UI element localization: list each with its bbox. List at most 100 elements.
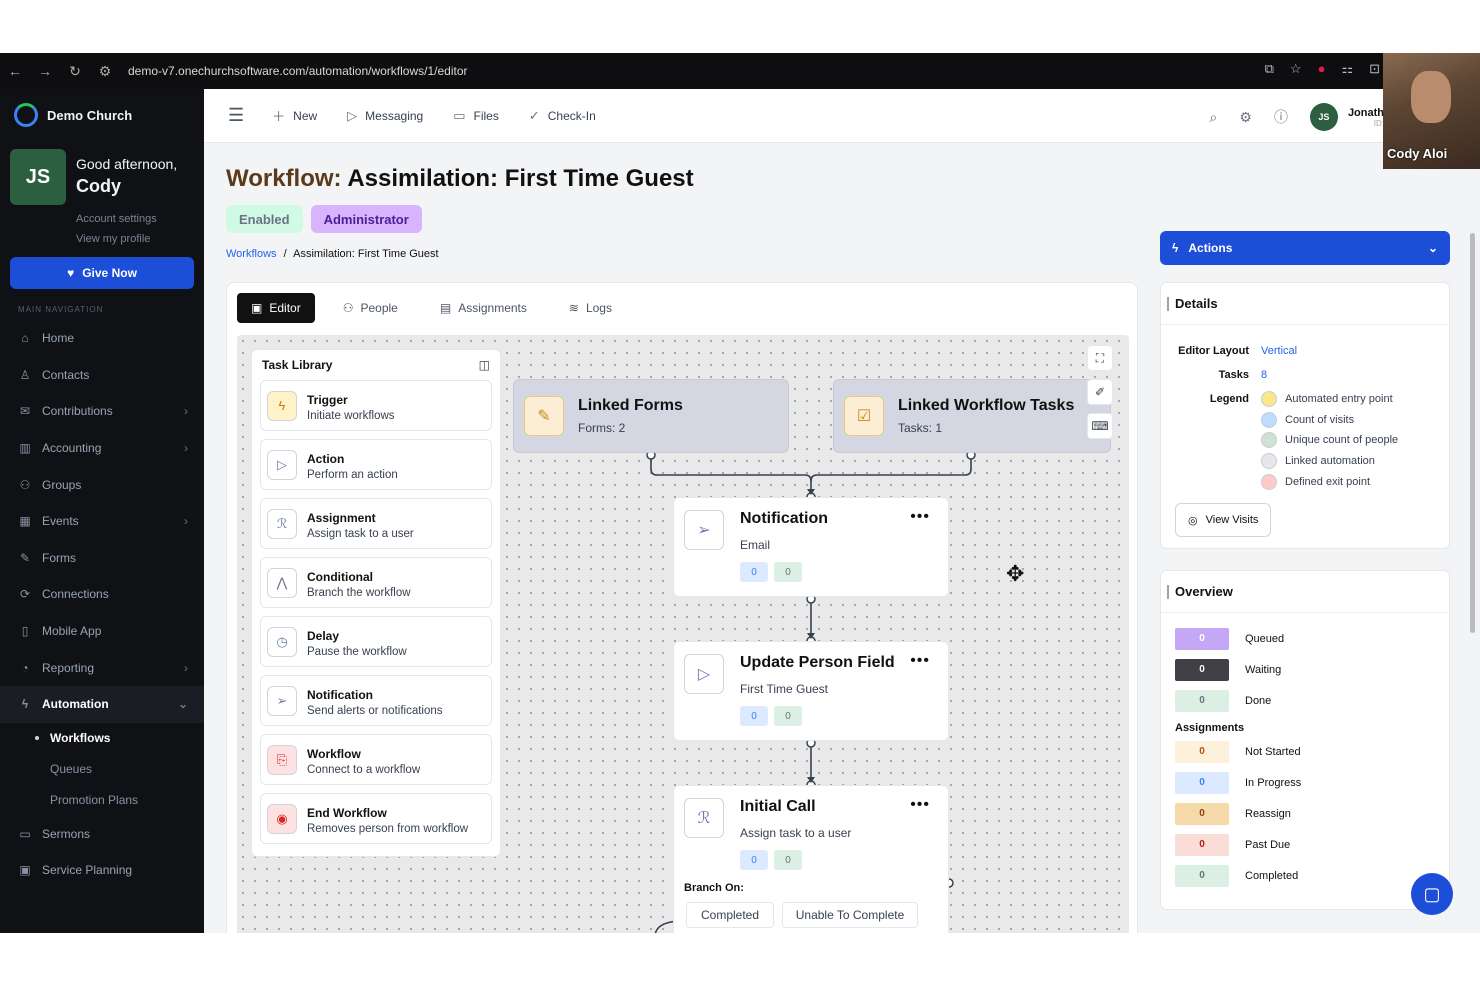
sidebar-subitem-workflows[interactable]: Workflows bbox=[0, 723, 204, 754]
tab-editor[interactable]: ▣ Editor bbox=[237, 293, 315, 323]
connector-forms bbox=[650, 455, 812, 495]
sidebar-item-home[interactable]: ⌂ Home bbox=[0, 320, 204, 357]
workflow-canvas[interactable]: ✥ Task Library ◫ ϟ Trigger Initiate workfl… bbox=[237, 335, 1129, 933]
sidebar-item-sermons[interactable]: ▭ Sermons bbox=[0, 816, 204, 853]
task-library-item[interactable]: ◉ End Workflow Removes person from workflo… bbox=[260, 793, 492, 844]
canvas-controls: ⛶ ✐ ⌨ bbox=[1087, 345, 1113, 439]
sidebar-item-connections[interactable]: ⟳ Connections bbox=[0, 576, 204, 613]
files-button[interactable]: ▭ Files bbox=[453, 108, 499, 124]
linked-workflow-tasks-node[interactable]: ☑ Linked Workflow Tasks Tasks: 1 bbox=[833, 379, 1111, 453]
initial-call-node[interactable]: ℛ Initial Call ••• Assign task to a user… bbox=[673, 785, 949, 933]
sidebar-item-mobile-app[interactable]: ▯ Mobile App bbox=[0, 613, 204, 650]
user-id: ID: bbox=[1373, 118, 1384, 128]
sidebar-item-accounting[interactable]: ▥ Accounting › bbox=[0, 430, 204, 467]
node-subtitle: Email bbox=[740, 538, 771, 552]
site-settings-icon[interactable]: ⚙ bbox=[90, 63, 120, 80]
sidebar-item-automation[interactable]: ϟ Automation ⌄ bbox=[0, 685, 204, 723]
avatar[interactable]: JS bbox=[10, 149, 66, 205]
sidebar-item-reporting[interactable]: ◔ Reporting › bbox=[0, 649, 204, 686]
user-menu[interactable]: Jonath ID: bbox=[1348, 107, 1384, 128]
hamburger-menu-icon[interactable]: ☰ bbox=[228, 105, 244, 126]
task-library-item[interactable]: ϟ Trigger Initiate workflows bbox=[260, 380, 492, 431]
bookmark-star-icon[interactable]: ☆ bbox=[1290, 61, 1302, 77]
node-title: Update Person Field bbox=[740, 654, 895, 671]
org-name: Demo Church bbox=[47, 107, 133, 123]
extension-icon[interactable]: ● bbox=[1318, 61, 1326, 77]
nav-header: MAIN NAVIGATION bbox=[18, 305, 104, 314]
sidebar-item-contributions[interactable]: ✉ Contributions › bbox=[0, 393, 204, 430]
chevron-icon: › bbox=[184, 441, 188, 456]
sidebar-item-events[interactable]: ▦ Events › bbox=[0, 503, 204, 540]
user-avatar[interactable]: JS bbox=[1309, 103, 1338, 131]
overview-label: Waiting bbox=[1245, 663, 1282, 676]
notification-node[interactable]: ➢ Notification ••• Email 00 bbox=[673, 497, 949, 597]
tab-people[interactable]: ⚇ People bbox=[329, 293, 412, 323]
give-now-label: Give Now bbox=[82, 266, 137, 280]
task-library-item[interactable]: ⋀ Conditional Branch the workflow bbox=[260, 557, 492, 608]
task-library-item[interactable]: ➢ Notification Send alerts or notification… bbox=[260, 675, 492, 726]
task-library-item[interactable]: ▷ Action Perform an action bbox=[260, 439, 492, 490]
update-person-field-node[interactable]: ▷ Update Person Field ••• First Time Gue… bbox=[673, 641, 949, 741]
checkin-button[interactable]: ✓ Check-In bbox=[529, 108, 596, 124]
give-now-button[interactable]: ♥ Give Now bbox=[10, 257, 194, 289]
puzzle-icon[interactable]: ⚏ bbox=[1341, 61, 1353, 77]
back-icon[interactable]: ← bbox=[0, 63, 30, 79]
address-bar[interactable]: demo-v7.onechurchsoftware.com/automation… bbox=[128, 64, 468, 78]
linked-forms-node[interactable]: ✎ Linked Forms Forms: 2 bbox=[513, 379, 789, 453]
view-profile-link[interactable]: View my profile bbox=[76, 233, 150, 245]
sidebar-item-groups[interactable]: ⚇ Groups bbox=[0, 466, 204, 503]
sidebar-item-contacts[interactable]: ♙ Contacts bbox=[0, 357, 204, 394]
magic-wand-icon[interactable]: ✐ bbox=[1087, 379, 1113, 405]
overview-label: Completed bbox=[1245, 869, 1299, 882]
reload-icon[interactable]: ↻ bbox=[60, 63, 90, 80]
overview-count: 0 bbox=[1175, 833, 1229, 856]
calendar-icon: ▦ bbox=[19, 514, 31, 529]
participant-name: Cody Aloi bbox=[1387, 146, 1448, 161]
actions-button[interactable]: ϟ Actions ⌄ bbox=[1160, 231, 1450, 265]
search-icon[interactable]: ⌕ bbox=[1210, 109, 1218, 126]
org-brand[interactable]: Demo Church bbox=[0, 89, 204, 141]
more-options-icon[interactable]: ••• bbox=[910, 508, 930, 526]
help-icon[interactable]: ⓘ bbox=[1274, 107, 1288, 127]
tab-logs[interactable]: ≋ Logs bbox=[555, 293, 626, 323]
tab-search-icon[interactable]: ⊡ bbox=[1369, 61, 1380, 77]
overview-row: 0 In Progress bbox=[1161, 767, 1449, 798]
sidebar-subitem-queues[interactable]: Queues bbox=[0, 754, 204, 785]
workflow-editor: ▣ Editor ⚇ People ▤ Assignments ≋ Logs ✥ Tas… bbox=[226, 282, 1138, 933]
sidebar-subitem-label: Promotion Plans bbox=[50, 793, 139, 808]
gear-icon[interactable]: ⚙ bbox=[1239, 109, 1252, 126]
overview-label: Queued bbox=[1245, 632, 1285, 645]
overview-row: 0 Past Due bbox=[1161, 829, 1449, 860]
view-visits-button[interactable]: ◎ View Visits bbox=[1175, 503, 1272, 537]
task-library-item[interactable]: ◷ Delay Pause the workflow bbox=[260, 616, 492, 667]
sidebar-item-forms[interactable]: ✎ Forms bbox=[0, 540, 204, 577]
page-scrollbar[interactable] bbox=[1470, 233, 1475, 633]
fullscreen-icon[interactable]: ⛶ bbox=[1087, 345, 1113, 371]
keyboard-icon[interactable]: ⌨ bbox=[1087, 413, 1113, 439]
overview-assignments-list: 0 Not Started 0 In Progress 0 Reassign 0 Past D… bbox=[1161, 736, 1449, 891]
panel-toggle-icon[interactable]: ◫ bbox=[479, 358, 490, 372]
branch-unable[interactable]: Unable To Complete bbox=[782, 902, 918, 928]
tab-assignments[interactable]: ▤ Assignments bbox=[426, 293, 541, 323]
install-icon[interactable]: ⧉ bbox=[1265, 61, 1274, 77]
legend-swatch bbox=[1261, 432, 1277, 449]
messaging-button[interactable]: ▷ Messaging bbox=[347, 108, 423, 124]
forward-icon[interactable]: → bbox=[30, 63, 60, 79]
sidebar-subitem-promotion-plans[interactable]: Promotion Plans bbox=[0, 785, 204, 816]
editor-layout-value[interactable]: Vertical bbox=[1261, 345, 1297, 357]
new-button[interactable]: ＋ New bbox=[272, 106, 317, 125]
account-settings-link[interactable]: Account settings bbox=[76, 213, 157, 225]
more-options-icon[interactable]: ••• bbox=[910, 652, 930, 670]
chat-support-button[interactable]: ▢ bbox=[1411, 873, 1453, 915]
sidebar-item-label: Mobile App bbox=[42, 624, 102, 639]
chat-icon: ▢ bbox=[1423, 883, 1441, 904]
branch-completed[interactable]: Completed bbox=[686, 902, 774, 928]
notification-icon: ➢ bbox=[267, 685, 297, 716]
linked-tasks-count: Tasks: 1 bbox=[898, 421, 943, 435]
task-library-item[interactable]: ⎘ Workflow Connect to a workflow bbox=[260, 734, 492, 785]
task-library-item[interactable]: ℛ Assignment Assign task to a user bbox=[260, 498, 492, 549]
sidebar-item-service-planning[interactable]: ▣ Service Planning bbox=[0, 852, 204, 889]
node-subtitle: Assign task to a user bbox=[740, 826, 852, 840]
more-options-icon[interactable]: ••• bbox=[910, 796, 930, 814]
breadcrumb-workflows-link[interactable]: Workflows bbox=[226, 248, 277, 260]
